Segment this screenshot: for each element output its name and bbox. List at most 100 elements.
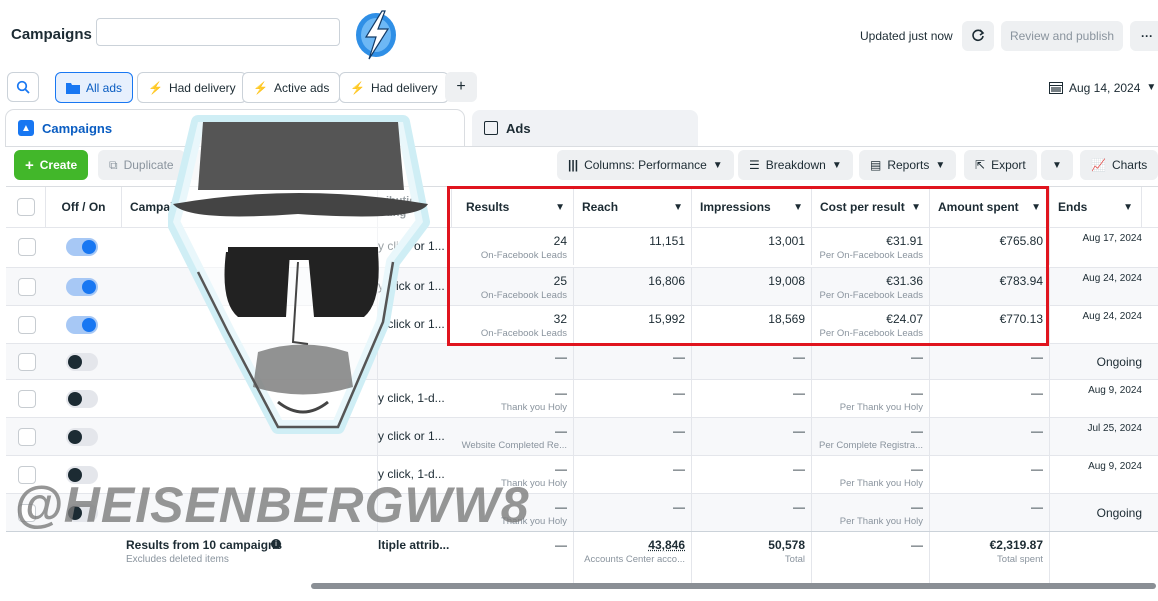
refresh-button[interactable] bbox=[962, 21, 994, 51]
campaign-name-cell[interactable] bbox=[122, 344, 378, 379]
more-options-button[interactable]: ··· bbox=[1130, 21, 1158, 51]
select-all-checkbox[interactable] bbox=[17, 198, 35, 216]
export-dropdown-button[interactable]: ▼ bbox=[1041, 150, 1073, 180]
breakdown-button[interactable]: ☰ Breakdown ▼ bbox=[738, 150, 853, 180]
table-row[interactable]: — Thank you Holy — — — Per Thank you Holy — Ong… bbox=[6, 493, 1158, 531]
edit-button[interactable]: ✎ Edit bbox=[188, 150, 247, 180]
cell-sub: Per On-Facebook Leads bbox=[819, 290, 923, 301]
col-spent[interactable]: Amount spent ▼ bbox=[930, 187, 1050, 227]
table-row[interactable]: y click, 1-d... — Thank you Holy — — — Per Tha… bbox=[6, 379, 1158, 417]
folder-icon bbox=[66, 82, 80, 94]
table-row[interactable]: y click, 1-d... — Thank you Holy — — — Per Tha… bbox=[6, 455, 1158, 493]
ab-test-button[interactable]: ⚗ A/B test bbox=[262, 150, 343, 180]
toggle-knob bbox=[82, 240, 96, 254]
cell-value: 16,806 bbox=[648, 274, 685, 288]
reports-button[interactable]: ▤ Reports ▼ bbox=[859, 150, 957, 180]
table-row[interactable]: y click or 1... 24 On-Facebook Leads 11,151… bbox=[6, 227, 1158, 265]
all-ads-filter[interactable]: All ads bbox=[55, 72, 134, 103]
campaign-name-cell[interactable] bbox=[122, 456, 378, 493]
charts-button[interactable]: 📈 Charts bbox=[1080, 150, 1158, 180]
reach-cell: 15,992 bbox=[574, 306, 692, 343]
col-campaign[interactable]: Campaign bbox=[122, 187, 378, 227]
col-label: Results bbox=[466, 200, 510, 214]
campaign-name-cell[interactable] bbox=[122, 380, 378, 417]
campaign-name-cell[interactable] bbox=[122, 494, 378, 531]
col-reach[interactable]: Reach ▼ bbox=[574, 187, 692, 227]
cell-sub: Per Thank you Holy bbox=[839, 516, 923, 527]
row-checkbox[interactable] bbox=[18, 278, 36, 296]
toggle-knob bbox=[68, 355, 82, 369]
ad-icon bbox=[484, 121, 498, 135]
results-cell: 25 On-Facebook Leads bbox=[452, 268, 574, 305]
row-checkbox[interactable] bbox=[18, 466, 36, 484]
spent-cell: — bbox=[930, 380, 1050, 417]
col-results[interactable]: Results ▼ bbox=[452, 187, 574, 227]
more-label: More bbox=[372, 158, 400, 172]
cell-sub: On-Facebook Leads bbox=[480, 328, 567, 339]
campaign-toggle[interactable] bbox=[66, 316, 98, 334]
cell-value: €31.36 bbox=[886, 274, 923, 288]
campaign-toggle[interactable] bbox=[66, 390, 98, 408]
add-filter-button[interactable]: + bbox=[445, 72, 477, 102]
had-delivery-filter-2[interactable]: ⚡ Had delivery bbox=[339, 72, 449, 103]
cell-value: — bbox=[555, 386, 567, 400]
campaign-toggle[interactable] bbox=[66, 428, 98, 446]
col-label: Reach bbox=[582, 200, 619, 214]
campaign-name-cell[interactable] bbox=[122, 418, 378, 455]
columns-label: Columns: Performance bbox=[584, 158, 707, 172]
more-button[interactable]: More ▼ bbox=[362, 150, 426, 180]
cell-value: — bbox=[555, 350, 567, 364]
campaign-toggle[interactable] bbox=[66, 278, 98, 296]
tab-adsets[interactable]: Ad sets bbox=[248, 120, 295, 135]
export-button[interactable]: ⇱ Export bbox=[964, 150, 1037, 180]
campaign-toggle[interactable] bbox=[66, 353, 98, 371]
row-checkbox[interactable] bbox=[18, 238, 36, 256]
had-delivery-filter[interactable]: ⚡ Had delivery bbox=[137, 72, 247, 103]
cost-cell: — Per Thank you Holy bbox=[812, 380, 930, 417]
breakdown-label: Breakdown bbox=[765, 158, 826, 172]
cell-sub: On-Facebook Leads bbox=[480, 290, 567, 301]
table-row[interactable]: y click or 1... 25 On-Facebook Leads 16,806… bbox=[6, 267, 1158, 305]
cell-value: — bbox=[555, 424, 567, 438]
horizontal-scrollbar[interactable] bbox=[311, 583, 1156, 589]
columns-button[interactable]: ||| Columns: Performance ▼ bbox=[557, 150, 734, 180]
table-row[interactable]: y click or 1... 32 On-Facebook Leads 15,992… bbox=[6, 305, 1158, 343]
campaigns-table: Off / On Campaign ibution ting Results ▼ … bbox=[6, 186, 1158, 589]
col-attribution[interactable]: ibution ting bbox=[378, 187, 452, 227]
campaign-name-cell[interactable] bbox=[122, 268, 378, 305]
spent-cell: €783.94 bbox=[930, 268, 1050, 305]
table-row[interactable]: y click or 1... — Website Completed Re... —… bbox=[6, 417, 1158, 455]
row-checkbox[interactable] bbox=[18, 316, 36, 334]
duplicate-button[interactable]: ⧉ Duplicate bbox=[98, 150, 185, 180]
spent-cell: €770.13 bbox=[930, 306, 1050, 343]
review-publish-button[interactable]: Review and publish bbox=[1001, 21, 1123, 51]
tab-campaigns[interactable]: ▲ Campaigns bbox=[6, 110, 464, 146]
campaign-name-input[interactable] bbox=[96, 18, 340, 46]
col-off-on[interactable]: Off / On bbox=[46, 187, 122, 227]
campaign-name-cell[interactable] bbox=[122, 306, 378, 343]
row-checkbox[interactable] bbox=[18, 390, 36, 408]
col-impressions[interactable]: Impressions ▼ bbox=[692, 187, 812, 227]
totals-sub: Excludes deleted items bbox=[126, 554, 229, 565]
campaign-toggle[interactable] bbox=[66, 238, 98, 256]
ends-value: Aug 24, 2024 bbox=[1082, 311, 1143, 322]
edit-label: Edit bbox=[215, 158, 236, 172]
row-checkbox[interactable] bbox=[18, 428, 36, 446]
campaign-toggle[interactable] bbox=[66, 466, 98, 484]
row-checkbox[interactable] bbox=[18, 504, 36, 522]
active-ads-filter[interactable]: ⚡ Active ads bbox=[242, 72, 341, 103]
col-cost[interactable]: Cost per result ▼ bbox=[812, 187, 930, 227]
table-row[interactable]: — — — — — Ongoing bbox=[6, 343, 1158, 379]
date-picker[interactable]: Aug 14, 2024 ▼ bbox=[1039, 72, 1158, 103]
row-checkbox[interactable] bbox=[18, 353, 36, 371]
calendar-icon bbox=[1049, 81, 1063, 94]
cost-cell: €31.36 Per On-Facebook Leads bbox=[812, 268, 930, 305]
tab-ads[interactable]: Ads bbox=[472, 110, 698, 146]
create-button[interactable]: + Create bbox=[14, 150, 89, 180]
campaign-toggle[interactable] bbox=[66, 504, 98, 522]
cell-value: €31.91 bbox=[886, 234, 923, 248]
info-icon[interactable]: i bbox=[271, 539, 281, 549]
col-ends[interactable]: Ends ▼ bbox=[1050, 187, 1142, 227]
search-button[interactable] bbox=[7, 72, 39, 102]
campaign-name-cell[interactable] bbox=[122, 228, 378, 265]
